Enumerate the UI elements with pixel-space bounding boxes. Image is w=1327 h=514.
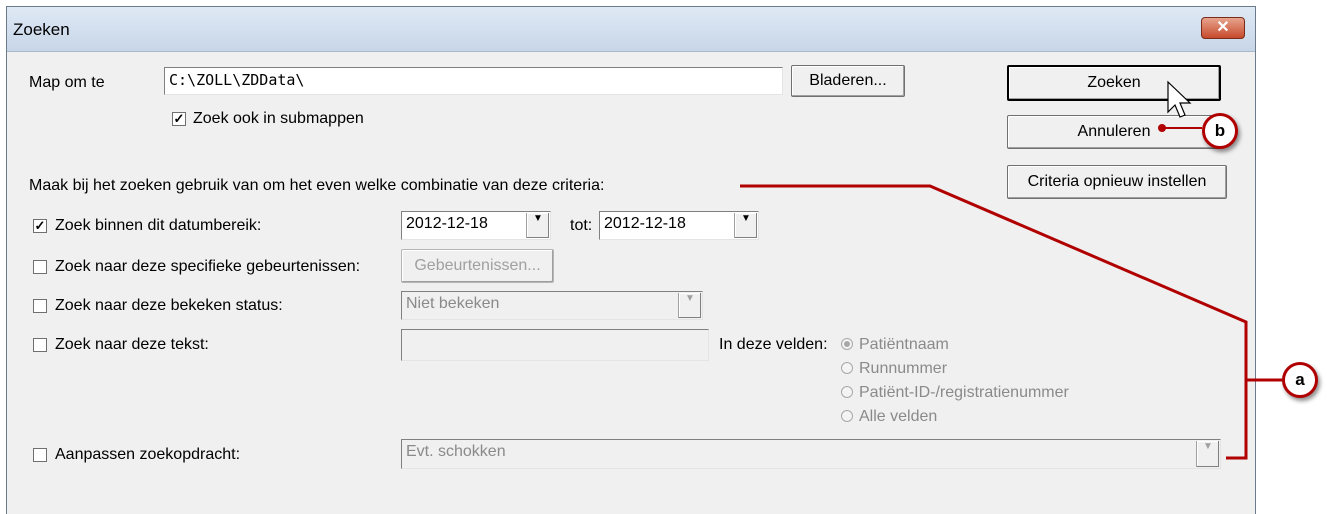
callout-b-dot [1158,124,1166,132]
callout-a: a [1282,362,1318,398]
callout-b: b [1202,113,1238,149]
callout-a-line [740,184,1248,460]
annotation-lines [740,80,1282,460]
mouse-pointer-icon [1167,80,1192,118]
